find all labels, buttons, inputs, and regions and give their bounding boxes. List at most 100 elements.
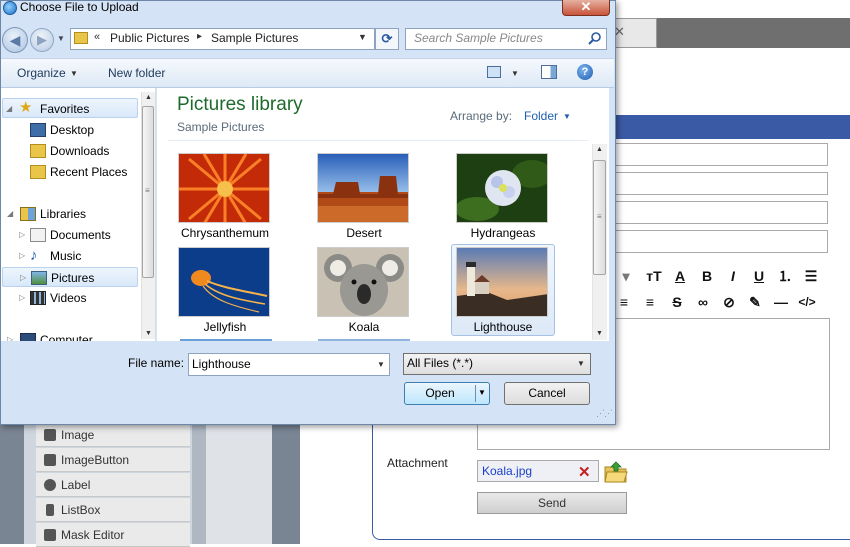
subject-field[interactable] xyxy=(612,230,828,253)
collapse-arrow-icon[interactable]: ◢ xyxy=(7,204,13,224)
expand-arrow-icon[interactable]: ▷ xyxy=(7,330,13,341)
file-name-dropdown-icon[interactable]: ▼ xyxy=(377,360,385,369)
change-view-icon[interactable] xyxy=(487,66,501,78)
expand-arrow-icon[interactable]: ▷ xyxy=(20,268,26,288)
file-name-label: Chrysanthemum xyxy=(180,226,270,240)
toolbox-item-label: ImageButton xyxy=(61,453,130,467)
breadcrumb-sample-pictures[interactable]: Sample Pictures xyxy=(211,31,298,45)
align-center-icon[interactable]: ≡ xyxy=(614,292,634,312)
image-lighthouse xyxy=(457,248,547,316)
strikethrough-icon[interactable]: S xyxy=(667,292,687,312)
cancel-button[interactable]: Cancel xyxy=(504,382,590,405)
toolbox-item-listbox[interactable]: ListBox xyxy=(36,498,190,522)
nav-item-pictures[interactable]: ▷ Pictures xyxy=(2,267,138,287)
open-button-label[interactable]: Open xyxy=(404,386,476,400)
toolbox-scrollbar[interactable] xyxy=(192,425,206,544)
nav-computer[interactable]: ▷ Computer xyxy=(2,330,138,341)
back-button[interactable]: ◀ xyxy=(2,27,28,53)
breadcrumb-separator-icon[interactable]: ▸ xyxy=(197,31,202,42)
search-icon[interactable] xyxy=(588,31,602,45)
address-dropdown-icon[interactable]: ▼ xyxy=(358,32,367,42)
new-folder-button[interactable]: New folder xyxy=(108,66,165,80)
nav-item-downloads[interactable]: Downloads xyxy=(28,141,138,161)
ordered-list-icon[interactable]: ⒈ xyxy=(775,266,795,286)
eraser-icon[interactable]: ✎ xyxy=(745,292,765,312)
file-thumbnail-jellyfish[interactable] xyxy=(178,247,270,317)
image-jellyfish xyxy=(179,248,269,316)
expand-arrow-icon[interactable]: ▷ xyxy=(19,225,25,245)
toolbox-item-mask-editor[interactable]: Mask Editor xyxy=(36,523,190,547)
to-field[interactable] xyxy=(612,143,828,166)
italic-icon[interactable]: I xyxy=(723,266,743,286)
resize-grip-icon[interactable]: ⋰⋰ xyxy=(596,408,613,419)
horizontal-rule-icon[interactable]: — xyxy=(771,292,791,312)
nav-favorites[interactable]: ◢ ★ Favorites xyxy=(2,98,138,118)
nav-item-desktop[interactable]: Desktop xyxy=(28,120,138,140)
unlink-icon[interactable]: ⊘ xyxy=(719,292,739,312)
scroll-down-icon[interactable]: ▼ xyxy=(596,330,603,337)
align-right-icon[interactable]: ≡ xyxy=(640,292,660,312)
bcc-field[interactable] xyxy=(612,201,828,224)
chevron-down-icon[interactable]: ▼ xyxy=(563,112,571,121)
link-icon[interactable]: ∞ xyxy=(693,292,713,312)
bold-icon[interactable]: B xyxy=(697,266,717,286)
imagebutton-control-icon xyxy=(44,454,56,466)
tab-close-icon[interactable]: ✕ xyxy=(614,24,628,40)
internet-explorer-icon xyxy=(3,1,17,15)
unordered-list-icon[interactable]: ☰ xyxy=(801,266,821,286)
font-color-icon[interactable]: A xyxy=(670,266,690,286)
close-button[interactable]: ✕ xyxy=(562,0,610,16)
expand-arrow-icon[interactable]: ▷ xyxy=(19,288,25,308)
nav-libraries[interactable]: ◢ Libraries xyxy=(2,204,138,224)
html-source-icon[interactable]: </> xyxy=(797,292,817,312)
file-thumbnail-chrysanthemum[interactable] xyxy=(178,153,270,223)
attachment-file-link[interactable]: Koala.jpg xyxy=(482,464,532,478)
library-title: Pictures library xyxy=(177,94,303,115)
file-thumbnail-desert[interactable] xyxy=(317,153,409,223)
recent-pages-dropdown-icon[interactable]: ▼ xyxy=(57,34,65,43)
toolbox-item-image[interactable]: Image xyxy=(36,423,190,447)
file-thumbnail-koala[interactable] xyxy=(317,247,409,317)
remove-attachment-icon[interactable]: ✕ xyxy=(578,463,591,481)
preview-pane-icon[interactable] xyxy=(541,65,557,79)
send-button[interactable]: Send xyxy=(477,492,627,514)
nav-item-videos[interactable]: ▷ Videos xyxy=(16,288,138,308)
collapse-arrow-icon[interactable]: ◢ xyxy=(6,99,12,119)
help-icon[interactable]: ? xyxy=(577,64,593,80)
file-thumbnail-lighthouse[interactable] xyxy=(456,247,548,317)
cc-field[interactable] xyxy=(612,172,828,195)
toolbox-item-imagebutton[interactable]: ImageButton xyxy=(36,448,190,472)
chevron-down-icon[interactable]: ▼ xyxy=(577,359,585,368)
expand-arrow-icon[interactable]: ▷ xyxy=(19,246,25,266)
refresh-button[interactable]: ⟳ xyxy=(375,28,399,50)
mask-editor-control-icon xyxy=(44,529,56,541)
font-size-icon[interactable]: тT xyxy=(644,266,664,286)
toolbox-item-label: Image xyxy=(61,428,95,442)
library-subtitle: Sample Pictures xyxy=(177,120,265,134)
scroll-down-icon[interactable]: ▼ xyxy=(145,330,152,337)
computer-icon xyxy=(20,333,36,341)
toolbar-dropdown-arrow-icon[interactable]: ▾ xyxy=(620,266,632,286)
scroll-up-icon[interactable]: ▲ xyxy=(145,94,152,101)
libraries-icon xyxy=(20,207,36,221)
address-overflow-chevron[interactable]: « xyxy=(94,31,100,43)
forward-button[interactable]: ▶ xyxy=(30,28,54,52)
nav-item-music[interactable]: ▷ ♪ Music xyxy=(16,246,138,266)
open-folder-icon[interactable] xyxy=(604,461,628,483)
underline-icon[interactable]: U xyxy=(749,266,769,286)
arrange-by-dropdown[interactable]: Folder xyxy=(524,109,558,123)
open-options-dropdown-icon[interactable]: ▼ xyxy=(478,388,486,397)
nav-item-recent-places[interactable]: Recent Places xyxy=(28,162,138,182)
scroll-up-icon[interactable]: ▲ xyxy=(596,146,603,153)
star-icon: ★ xyxy=(19,99,33,116)
toolbox-item-label[interactable]: Label xyxy=(36,473,190,497)
nav-item-documents[interactable]: ▷ Documents xyxy=(16,225,138,245)
documents-icon xyxy=(30,228,46,242)
view-options-dropdown-icon[interactable]: ▼ xyxy=(511,69,519,78)
image-control-icon xyxy=(44,429,56,441)
breadcrumb-public-pictures[interactable]: Public Pictures xyxy=(110,31,189,45)
organize-menu[interactable]: Organize xyxy=(17,66,66,80)
file-thumbnail-hydrangeas[interactable] xyxy=(456,153,548,223)
file-type-value[interactable]: All Files (*.*) xyxy=(407,356,473,370)
file-name-value[interactable]: Lighthouse xyxy=(192,357,251,371)
